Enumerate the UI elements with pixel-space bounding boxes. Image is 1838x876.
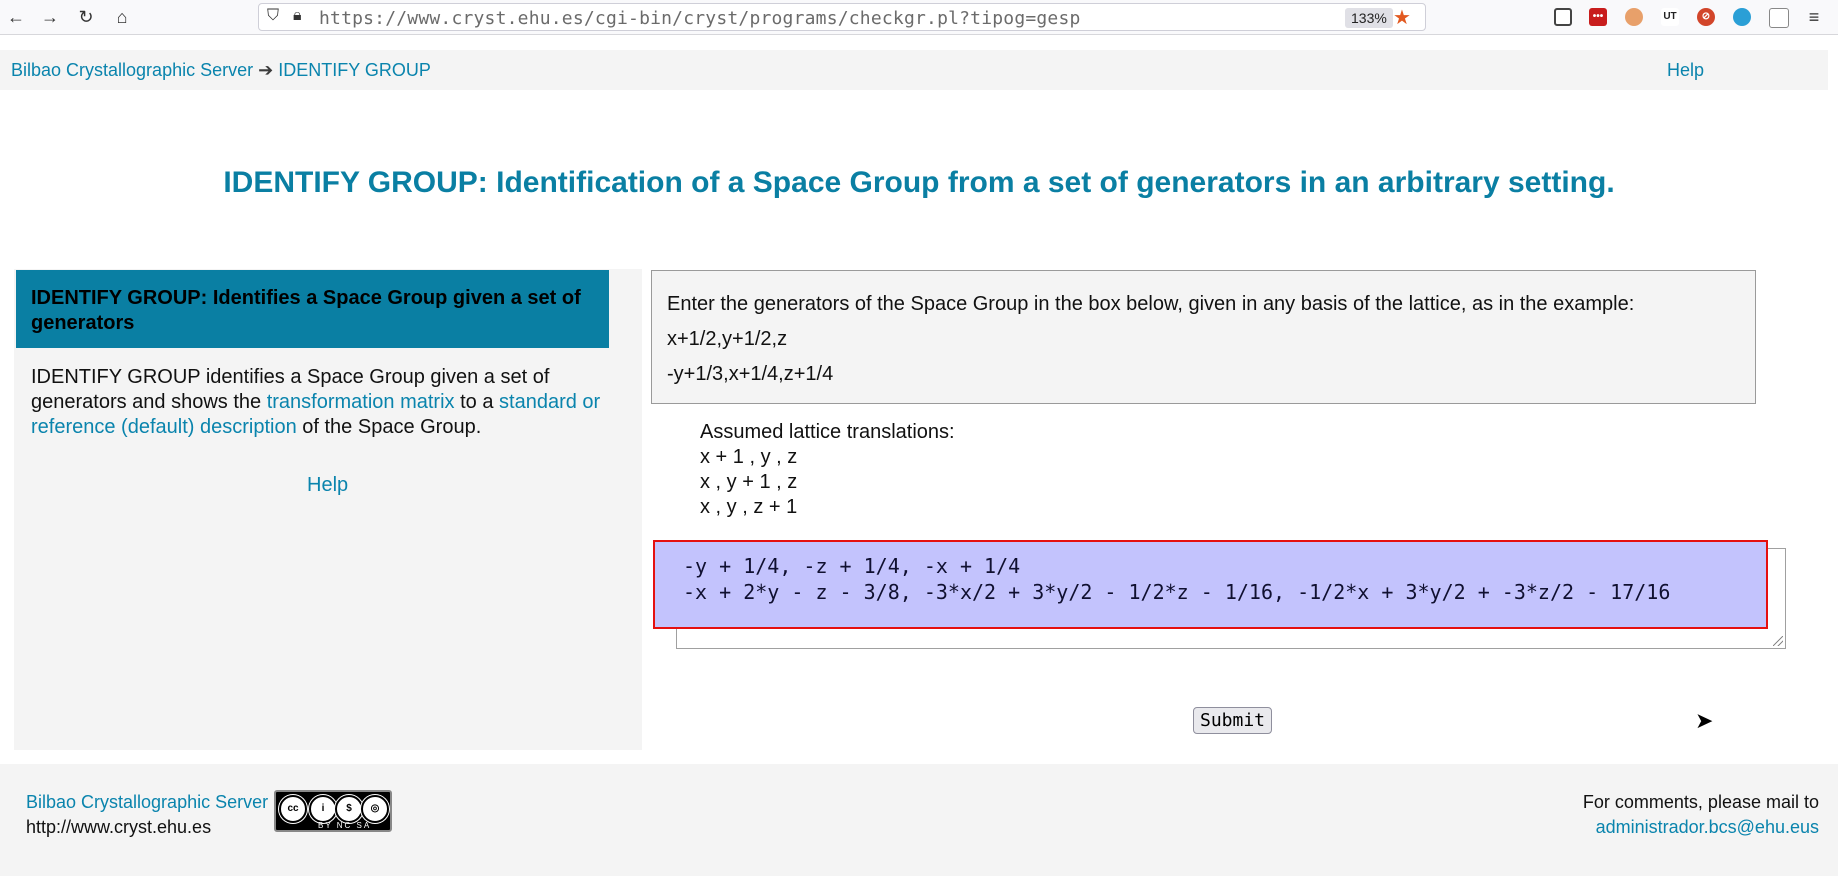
footer-server-url: http://www.cryst.ehu.es (26, 817, 212, 837)
mouse-cursor-icon: ➤ (1695, 708, 1714, 733)
instructions-text: Enter the generators of the Space Group … (667, 293, 1635, 315)
example-line-2: -y+1/3,x+1/4,z+1/4 (667, 363, 834, 385)
cc-badge-text: BY NC SA (318, 821, 372, 830)
description-text: to a (454, 391, 500, 413)
generators-text[interactable]: -y + 1/4, -z + 1/4, -x + 1/4 -x + 2*y - … (683, 553, 1670, 605)
extension-blue-icon[interactable] (1733, 8, 1751, 26)
cc-by-icon: i (309, 795, 337, 823)
address-bar[interactable]: ⛉ 🔒︎ https://www.cryst.ehu.es/cgi-bin/cr… (258, 3, 1426, 31)
menu-icon[interactable]: ≡ (1805, 8, 1823, 26)
back-arrow-icon[interactable]: ← (2, 4, 30, 30)
example-line-1: x+1/2,y+1/2,z (667, 328, 788, 350)
url-text[interactable]: https://www.cryst.ehu.es/cgi-bin/cryst/p… (319, 8, 1081, 29)
extension-orange-icon[interactable] (1625, 8, 1643, 26)
site-footer: Bilbao Crystallographic Server http://ww… (0, 764, 1838, 876)
extension-block-icon[interactable]: ⊘ (1697, 8, 1715, 26)
description-text: of the Space Group. (296, 416, 482, 438)
lattice-title: Assumed lattice translations: (700, 421, 955, 443)
site-header: Bilbao Crystallographic Server ➔ IDENTIF… (0, 50, 1828, 90)
lattice-translation-y: x , y + 1 , z (700, 471, 798, 493)
breadcrumb: Bilbao Crystallographic Server ➔ IDENTIF… (11, 60, 431, 81)
lock-icon[interactable]: 🔒︎ (293, 7, 302, 25)
reload-icon[interactable]: ↻ (72, 4, 100, 30)
bookmark-star-icon[interactable]: ★ (1393, 5, 1411, 30)
submit-button[interactable]: Submit (1193, 707, 1272, 734)
lattice-translations: Assumed lattice translations: x + 1 , y … (700, 420, 955, 520)
lattice-translation-z: x , y , z + 1 (700, 496, 798, 518)
shield-icon[interactable]: ⛉ (267, 7, 279, 25)
cc-icon: cc (279, 795, 307, 823)
pocket-icon[interactable] (1554, 8, 1572, 26)
cc-nc-icon: $ (335, 795, 363, 823)
page-title: IDENTIFY GROUP: Identification of a Spac… (223, 166, 1615, 199)
footer-server-link[interactable]: Bilbao Crystallographic Server (26, 792, 268, 813)
extension-red-icon[interactable]: ••• (1589, 8, 1607, 26)
extension-ut-icon[interactable]: UT (1661, 8, 1679, 26)
left-panel-help-link[interactable]: Help (307, 474, 348, 497)
footer-email-link[interactable]: administrador.bcs@ehu.eus (1596, 817, 1819, 838)
instructions-box: Enter the generators of the Space Group … (651, 270, 1756, 404)
left-panel: IDENTIFY GROUP: Identifies a Space Group… (14, 269, 642, 750)
home-icon[interactable]: ⌂ (108, 4, 136, 30)
resize-handle-icon[interactable] (1773, 636, 1783, 646)
breadcrumb-current-link[interactable]: IDENTIFY GROUP (278, 60, 431, 80)
lattice-translation-x: x + 1 , y , z (700, 446, 798, 468)
footer-comments-text: For comments, please mail to (1582, 792, 1819, 812)
zoom-level-badge[interactable]: 133% (1345, 8, 1393, 28)
creative-commons-license-icon[interactable]: cc i $ ◎ BY NC SA (274, 790, 392, 832)
left-panel-description: IDENTIFY GROUP identifies a Space Group … (31, 365, 631, 440)
left-panel-heading: IDENTIFY GROUP: Identifies a Space Group… (16, 270, 609, 348)
forward-arrow-icon[interactable]: → (36, 4, 64, 30)
reader-icon[interactable] (1769, 8, 1789, 28)
cc-sa-icon: ◎ (361, 795, 389, 823)
header-help-link[interactable]: Help (1667, 60, 1704, 81)
breadcrumb-arrow-icon: ➔ (258, 60, 274, 80)
breadcrumb-home-link[interactable]: Bilbao Crystallographic Server (11, 60, 253, 80)
browser-toolbar: ← → ↻ ⌂ ⛉ 🔒︎ https://www.cryst.ehu.es/cg… (0, 0, 1838, 35)
transformation-matrix-link[interactable]: transformation matrix (267, 391, 455, 413)
